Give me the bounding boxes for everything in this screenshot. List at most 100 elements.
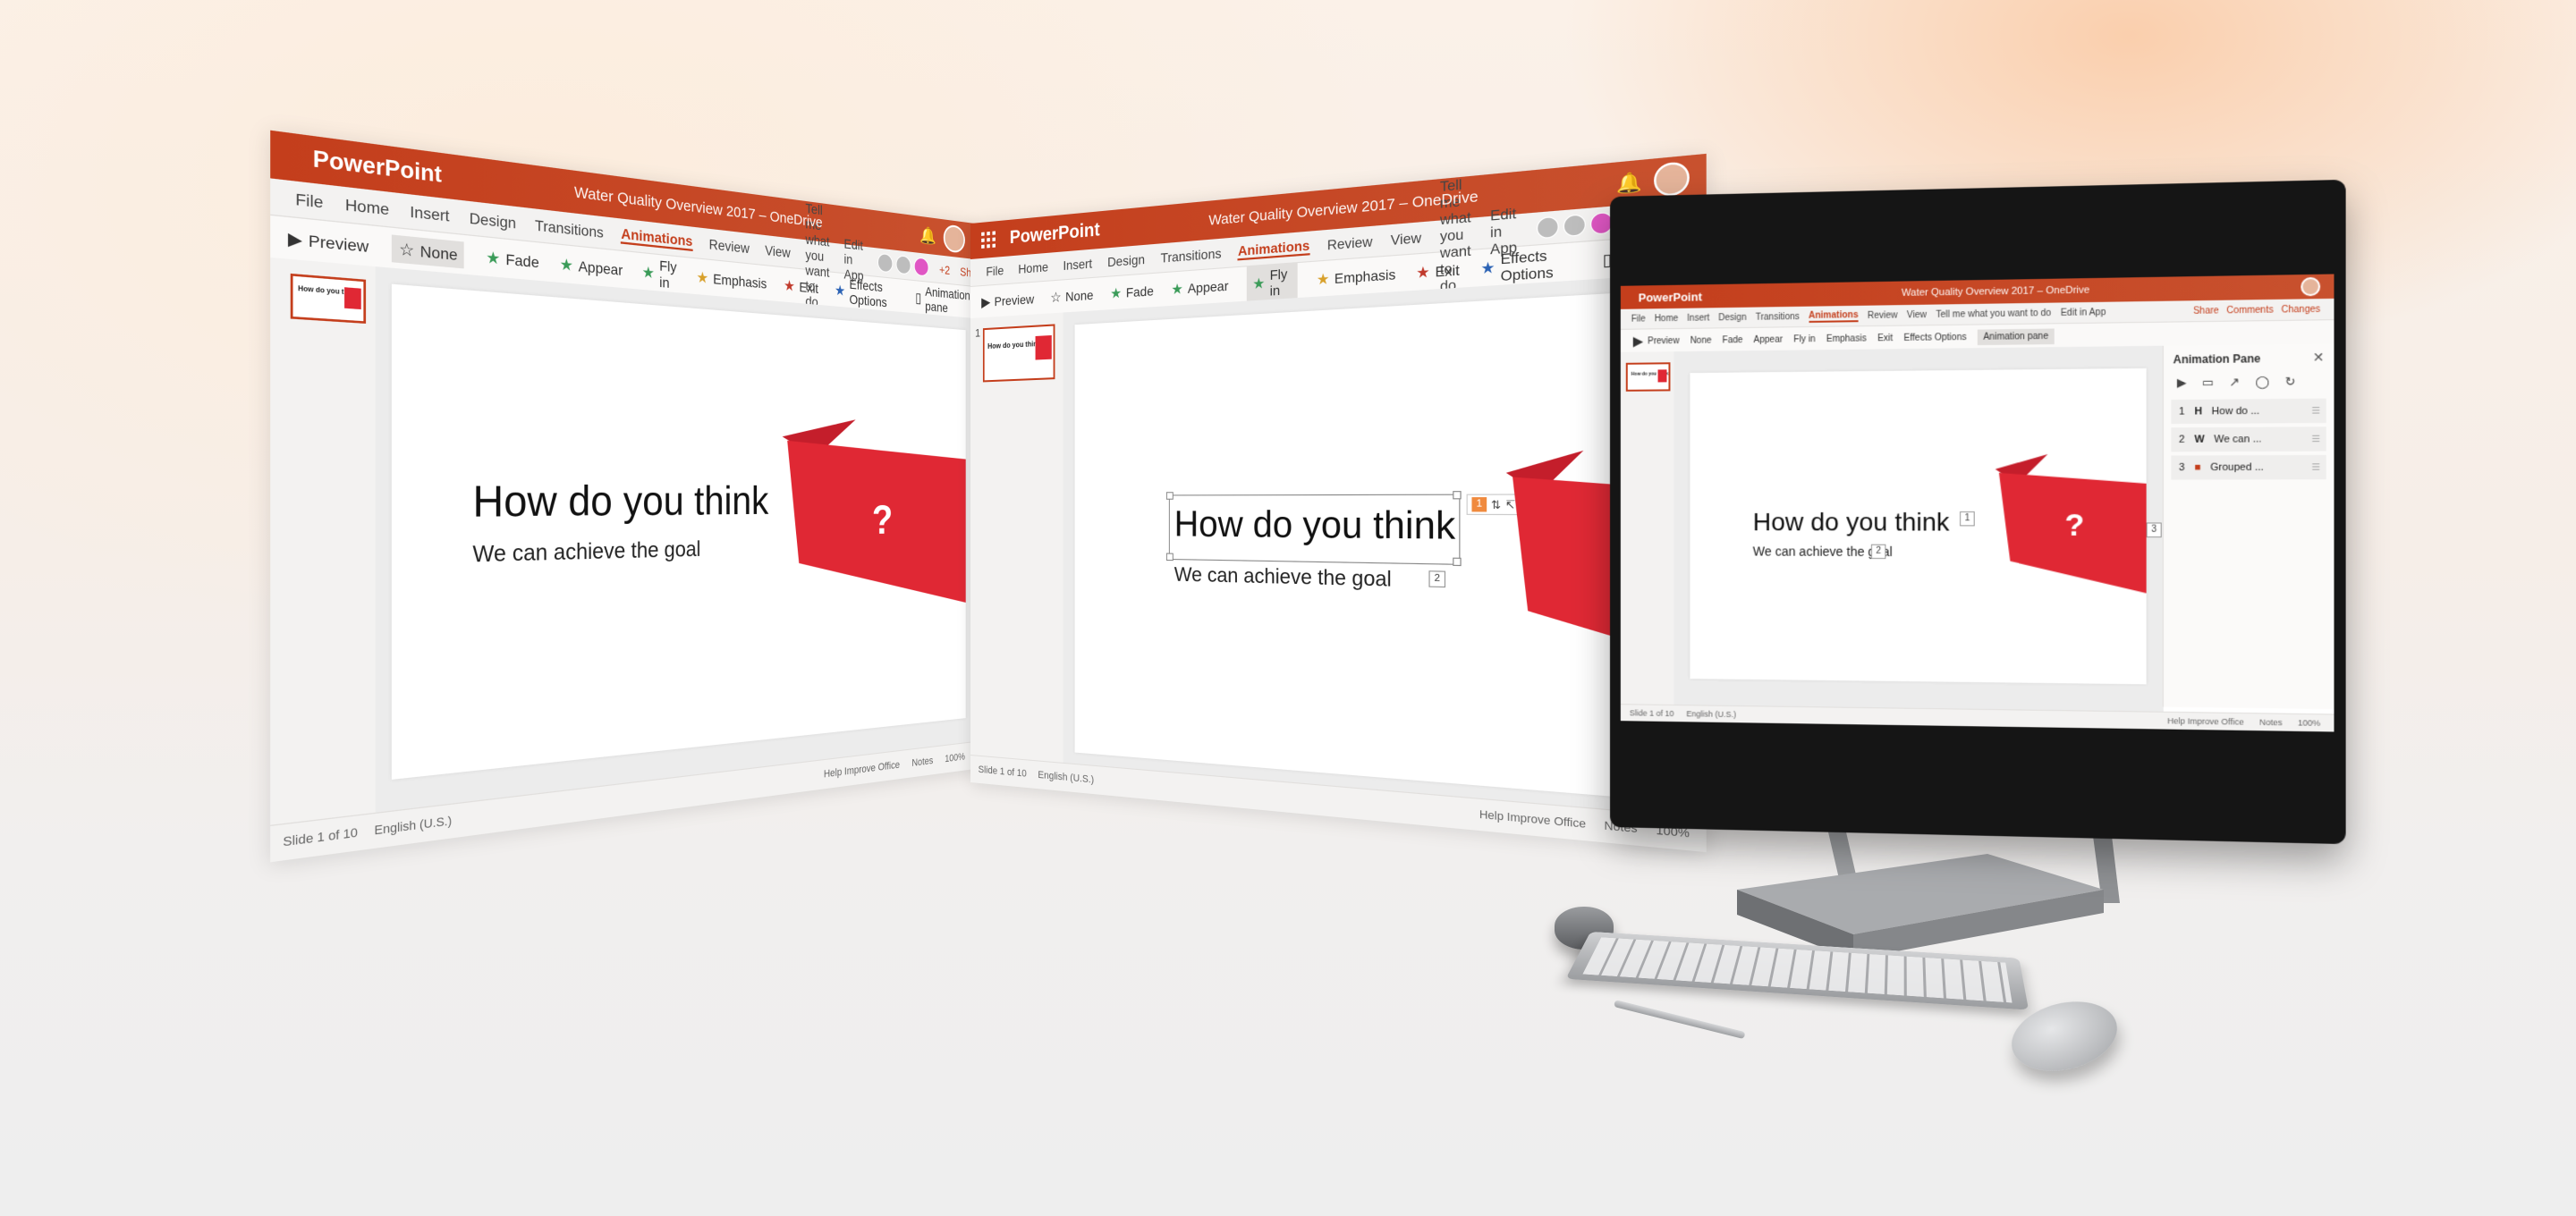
animation-order-badge[interactable]: 2 (1428, 570, 1446, 588)
help-improve-link[interactable]: Help Improve Office (824, 759, 900, 780)
language-indicator[interactable]: English (U.S.) (374, 815, 452, 838)
none-effect-button[interactable]: ☆ None (392, 234, 464, 269)
animation-order-badge[interactable]: 3 (2146, 522, 2162, 538)
tab-design[interactable]: Design (470, 209, 516, 232)
tab-transitions[interactable]: Transitions (1756, 311, 1800, 322)
emphasis-button[interactable]: Emphasis (1826, 334, 1867, 344)
user-avatar[interactable] (1654, 160, 1690, 198)
tab-view[interactable]: View (1907, 309, 1927, 320)
repeat-icon[interactable]: ↻ (2285, 375, 2296, 390)
changes-button[interactable]: Changes (2281, 304, 2320, 315)
tab-file[interactable]: File (986, 263, 1004, 279)
slide-title[interactable]: How do you think (472, 477, 768, 528)
slide-subtitle[interactable]: We can achieve the goal (472, 537, 700, 568)
fly-in-effect-button[interactable]: Fly in (1793, 334, 1815, 344)
tab-review[interactable]: Review (1868, 310, 1898, 321)
fade-effect-button[interactable]: ★ Fade (486, 248, 539, 273)
resize-handle[interactable] (1165, 492, 1174, 500)
slide-title[interactable]: How do you think (1174, 504, 1455, 549)
emphasis-button[interactable]: ★ Emphasis (1317, 265, 1396, 289)
move-icon[interactable]: ↗ (2229, 375, 2240, 390)
language-indicator[interactable]: English (U.S.) (1686, 709, 1736, 719)
appear-effect-button[interactable]: Appear (1754, 334, 1784, 345)
notification-bell-icon[interactable]: 🔔 (1616, 170, 1642, 195)
exit-button[interactable]: Exit (1877, 333, 1893, 342)
slide-canvas[interactable]: How do you think 1 We can achieve the go… (1690, 367, 2147, 685)
exit-button[interactable]: ★ Exit (1416, 260, 1460, 283)
tab-animations[interactable]: Animations (1808, 309, 1859, 323)
tab-animations[interactable]: Animations (1237, 237, 1310, 261)
tab-animations[interactable]: Animations (621, 224, 693, 251)
preview-button[interactable]: ▶ Preview (288, 228, 369, 257)
resize-handle[interactable] (1165, 553, 1174, 562)
close-icon[interactable]: ✕ (2313, 350, 2325, 366)
tab-file[interactable]: File (1631, 314, 1646, 324)
appear-effect-button[interactable]: ★ Appear (1171, 277, 1228, 299)
resize-handle[interactable] (1453, 491, 1462, 500)
animation-order-badge[interactable]: 2 (1870, 544, 1886, 560)
reorder-icon[interactable]: ⇅ (1491, 498, 1501, 511)
animation-list-item[interactable]: 2 W We can ... ☰ (2171, 426, 2326, 452)
tab-home[interactable]: Home (1655, 313, 1679, 323)
animation-list-item[interactable]: 1 H How do ... ☰ (2171, 398, 2326, 425)
notes-button[interactable]: Notes (911, 756, 933, 769)
tab-review[interactable]: Review (709, 236, 750, 257)
resize-handle[interactable] (1453, 557, 1462, 567)
tab-file[interactable]: File (295, 190, 323, 212)
app-launcher-icon[interactable] (981, 231, 996, 249)
timing-icon[interactable]: ◯ (2255, 375, 2269, 390)
user-avatar[interactable] (2301, 276, 2321, 297)
tab-view[interactable]: View (1391, 229, 1421, 248)
tab-design[interactable]: Design (1718, 312, 1746, 323)
preview-button[interactable]: ▶ Preview (1633, 333, 1680, 350)
appear-effect-button[interactable]: ★ Appear (560, 255, 623, 280)
exit-button[interactable]: ★ Exit (784, 276, 818, 297)
play-icon[interactable]: ▶ (2177, 376, 2187, 391)
user-avatar[interactable] (943, 224, 965, 254)
notification-bell-icon[interactable]: 🔔 (919, 225, 936, 247)
stylus-pen[interactable] (1614, 1000, 1746, 1040)
tab-transitions[interactable]: Transitions (1161, 245, 1222, 266)
comments-button[interactable]: Comments (2226, 305, 2273, 316)
emphasis-button[interactable]: ★ Emphasis (697, 268, 767, 293)
effects-options-button[interactable]: Effects Options (1904, 332, 1967, 342)
effects-options-button[interactable]: ★ Effects Options (835, 274, 900, 311)
notes-button[interactable]: Notes (2259, 718, 2283, 728)
none-effect-button[interactable]: ☆ None (1050, 286, 1093, 306)
tell-me-search[interactable]: Tell me what you want to do (1936, 308, 2051, 319)
tab-transitions[interactable]: Transitions (535, 216, 604, 241)
slide-canvas[interactable]: How do you think We can achieve the goal… (1074, 288, 1697, 804)
tab-home[interactable]: Home (1018, 259, 1048, 276)
share-button[interactable]: Share (2193, 306, 2219, 317)
animation-list-item[interactable]: 3 ■ Grouped ... ☰ (2171, 454, 2326, 480)
slide-thumbnail[interactable]: How do you think (982, 324, 1055, 383)
help-improve-link[interactable]: Help Improve Office (1479, 808, 1586, 831)
zoom-level[interactable]: 100% (945, 751, 965, 764)
animation-pane-button[interactable]: ▯Animation pane (915, 283, 975, 317)
help-improve-link[interactable]: Help Improve Office (2167, 716, 2243, 727)
zoom-level[interactable]: 100% (2298, 718, 2320, 728)
tab-design[interactable]: Design (1107, 251, 1145, 269)
animation-order-badge[interactable]: 1 (1471, 497, 1487, 512)
animation-pane-button[interactable]: Animation pane (1978, 327, 2055, 345)
tab-insert[interactable]: Insert (1687, 313, 1709, 323)
animation-order-badge[interactable]: 1 (1960, 511, 1975, 527)
slide-canvas[interactable]: How do you think We can achieve the goal… (391, 283, 966, 780)
slide-subtitle[interactable]: We can achieve the goal (1174, 563, 1392, 592)
presence-count[interactable]: +2 (939, 262, 950, 277)
fly-in-effect-button[interactable]: ★ Fly in (1247, 262, 1298, 303)
tab-insert[interactable]: Insert (1063, 256, 1093, 273)
tab-review[interactable]: Review (1327, 233, 1373, 253)
tab-view[interactable]: View (765, 242, 790, 261)
edit-in-app-link[interactable]: Edit in App (2061, 307, 2106, 317)
delete-icon[interactable]: ▭ (2202, 375, 2214, 390)
slide-thumbnail[interactable]: How do you think (290, 273, 367, 324)
fly-in-effect-button[interactable]: ★ Fly in (642, 256, 678, 292)
fade-effect-button[interactable]: Fade (1723, 335, 1743, 345)
slide-thumbnail[interactable]: How do you think (1625, 362, 1671, 392)
fade-effect-button[interactable]: ★ Fade (1110, 283, 1154, 302)
effects-options-button[interactable]: ★ Effects Options (1480, 244, 1580, 285)
document-title[interactable]: Water Quality Overview 2017 – OneDrive (1902, 284, 2089, 299)
tab-home[interactable]: Home (345, 195, 389, 218)
none-effect-button[interactable]: None (1690, 335, 1712, 345)
